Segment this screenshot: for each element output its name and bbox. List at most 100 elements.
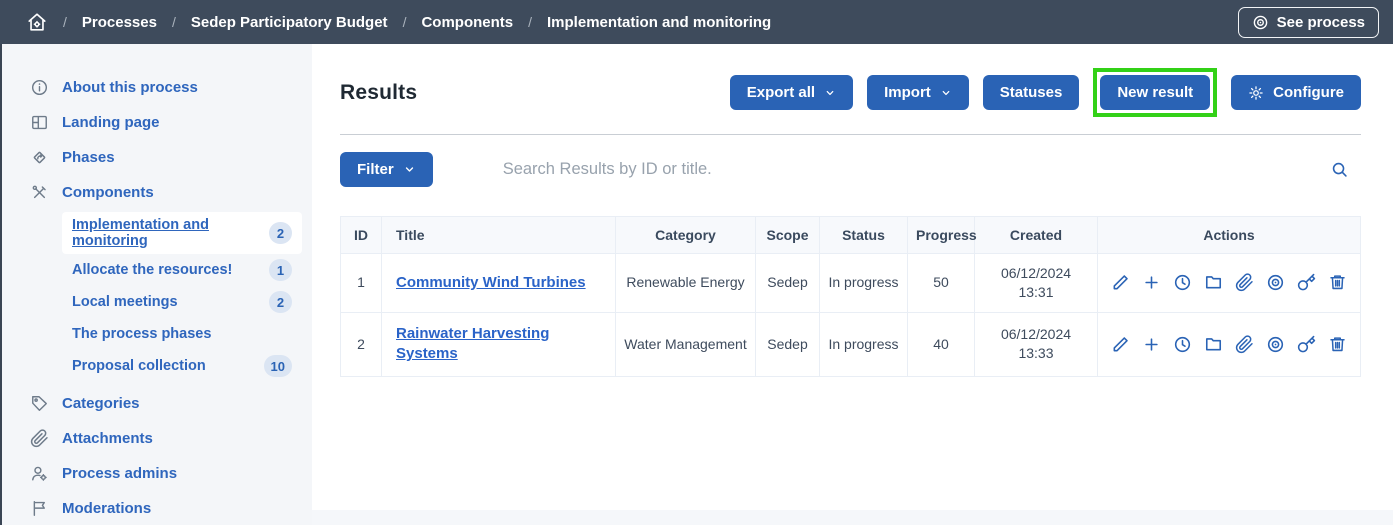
filter-label: Filter [357,161,394,178]
sidebar-item-label: Moderations [62,500,151,517]
filter-button[interactable]: Filter [340,152,433,187]
phases-icon [30,148,49,167]
result-title-link[interactable]: Rainwater Harvesting Systems [396,325,549,362]
filter-row: Filter [340,152,1361,187]
edit-icon[interactable] [1111,335,1130,354]
permissions-key-icon[interactable] [1297,273,1316,292]
column-header-title: Title [382,217,616,254]
configure-button[interactable]: Configure [1231,75,1361,110]
sidebar-item-phases[interactable]: Phases [28,140,302,175]
cell-scope: Sedep [756,312,820,376]
see-process-label: See process [1277,14,1365,31]
column-header-progress: Progress [908,217,975,254]
toolbar: Export all Import Statuses New result [730,68,1361,117]
table-header-row: ID Title Category Scope Status Progress … [341,217,1361,254]
count-badge: 1 [269,259,292,281]
breadcrumb-components[interactable]: Components [421,14,513,31]
cell-status: In progress [820,312,908,376]
new-result-button[interactable]: New result [1100,75,1210,110]
cell-id: 1 [341,254,382,313]
history-clock-icon[interactable] [1173,273,1192,292]
cell-created: 06/12/2024 13:33 [975,312,1098,376]
header-divider [340,134,1361,135]
search-input[interactable] [503,160,1023,179]
folder-icon[interactable] [1204,273,1223,292]
sidebar-item-label: Components [62,184,154,201]
results-table: ID Title Category Scope Status Progress … [340,216,1361,377]
row-actions [1106,273,1352,292]
sidebar-item-moderations[interactable]: Moderations [28,491,302,525]
sidebar-item-label: Landing page [62,114,160,131]
breadcrumb-processes[interactable]: Processes [82,14,157,31]
add-icon[interactable] [1142,273,1161,292]
submenu-item-allocate-the-resources[interactable]: Allocate the resources! 1 [62,254,302,286]
row-actions [1106,335,1352,354]
new-result-label: New result [1117,84,1193,101]
cell-progress: 50 [908,254,975,313]
sidebar-item-landing-page[interactable]: Landing page [28,105,302,140]
submenu-item-label: Implementation and monitoring [72,217,269,249]
tools-icon [30,183,49,202]
sidebar-item-label: Categories [62,395,140,412]
created-time: 13:31 [983,283,1089,302]
page-title: Results [340,81,417,105]
result-title-link[interactable]: Community Wind Turbines [396,274,586,291]
column-header-category: Category [616,217,756,254]
sidebar-item-about[interactable]: About this process [28,70,302,105]
sidebar-item-categories[interactable]: Categories [28,386,302,421]
sidebar-item-components[interactable]: Components [28,175,302,210]
column-header-status: Status [820,217,908,254]
submenu-item-local-meetings[interactable]: Local meetings 2 [62,286,302,318]
paperclip-icon[interactable] [1235,273,1254,292]
submenu-item-proposal-collection[interactable]: Proposal collection 10 [62,350,302,382]
chevron-down-icon [940,87,952,99]
export-all-button[interactable]: Export all [730,75,853,110]
preview-eye-icon[interactable] [1266,273,1285,292]
edit-icon[interactable] [1111,273,1130,292]
cell-progress: 40 [908,312,975,376]
table-row: 1 Community Wind Turbines Renewable Ener… [341,254,1361,313]
delete-trash-icon[interactable] [1328,335,1347,354]
delete-trash-icon[interactable] [1328,273,1347,292]
column-header-scope: Scope [756,217,820,254]
components-submenu: Implementation and monitoring 2 Allocate… [62,212,302,382]
breadcrumb-process-name[interactable]: Sedep Participatory Budget [191,14,388,31]
add-icon[interactable] [1142,335,1161,354]
sidebar-item-attachments[interactable]: Attachments [28,421,302,456]
submenu-item-the-process-phases[interactable]: The process phases [62,318,302,350]
submenu-item-label: Proposal collection [72,358,206,374]
page: / Processes / Sedep Participatory Budget… [0,0,1393,525]
breadcrumb-separator: / [528,14,532,30]
folder-icon[interactable] [1204,335,1223,354]
breadcrumb-current-component[interactable]: Implementation and monitoring [547,14,771,31]
sidebar-item-label: Attachments [62,430,153,447]
breadcrumb-bar: / Processes / Sedep Participatory Budget… [0,0,1393,44]
sidebar-item-label: Process admins [62,465,177,482]
count-badge: 2 [269,291,292,313]
permissions-key-icon[interactable] [1297,335,1316,354]
submenu-item-label: The process phases [72,326,211,342]
history-clock-icon[interactable] [1173,335,1192,354]
home-icon[interactable] [26,11,48,33]
main-panel: Results Export all Import Statuses [312,44,1393,510]
new-result-highlight: New result [1093,68,1217,117]
see-process-button[interactable]: See process [1238,7,1379,38]
cell-scope: Sedep [756,254,820,313]
created-date: 06/12/2024 [983,325,1089,344]
created-time: 13:33 [983,344,1089,363]
column-header-created: Created [975,217,1098,254]
statuses-button[interactable]: Statuses [983,75,1080,110]
submenu-item-implementation-and-monitoring[interactable]: Implementation and monitoring 2 [62,212,302,254]
info-icon [30,78,49,97]
preview-eye-icon[interactable] [1266,335,1285,354]
column-header-id: ID [341,217,382,254]
search-icon[interactable] [1330,160,1349,179]
import-button[interactable]: Import [867,75,969,110]
sidebar-item-process-admins[interactable]: Process admins [28,456,302,491]
person-gear-icon [30,464,49,483]
import-label: Import [884,84,931,101]
submenu-item-label: Local meetings [72,294,178,310]
count-badge: 10 [264,355,292,377]
paperclip-icon[interactable] [1235,335,1254,354]
chevron-down-icon [403,163,416,176]
